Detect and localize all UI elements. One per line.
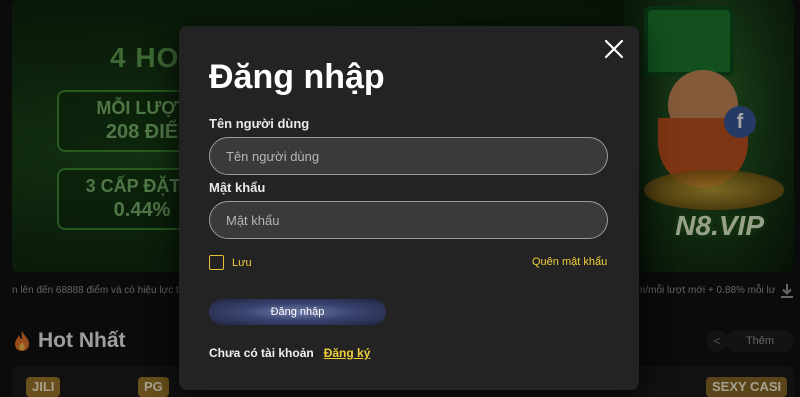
remember-me-checkbox[interactable]: Lưu [209,255,252,270]
close-icon[interactable] [603,38,625,60]
username-label: Tên người dùng [209,116,310,131]
login-button[interactable]: Đăng nhập [209,299,386,325]
password-input[interactable] [209,201,608,239]
checkbox-box[interactable] [209,255,224,270]
remember-me-label: Lưu [232,256,252,269]
signup-link[interactable]: Đăng ký [324,346,371,360]
username-input[interactable] [209,137,608,175]
login-modal: Đăng nhập Tên người dùng Mật khẩu Lưu Qu… [179,26,639,390]
password-label: Mật khẩu [209,180,266,195]
forgot-password-link[interactable]: Quên mật khẩu [532,256,607,268]
modal-title: Đăng nhập [209,58,385,96]
page: 4 HO MỖI LƯỢT 208 ĐIỂ 3 CẤP ĐẶT C 0.44% … [0,0,800,397]
no-account-text: Chưa có tài khoản [209,346,314,360]
signup-row: Chưa có tài khoản Đăng ký [209,346,370,360]
